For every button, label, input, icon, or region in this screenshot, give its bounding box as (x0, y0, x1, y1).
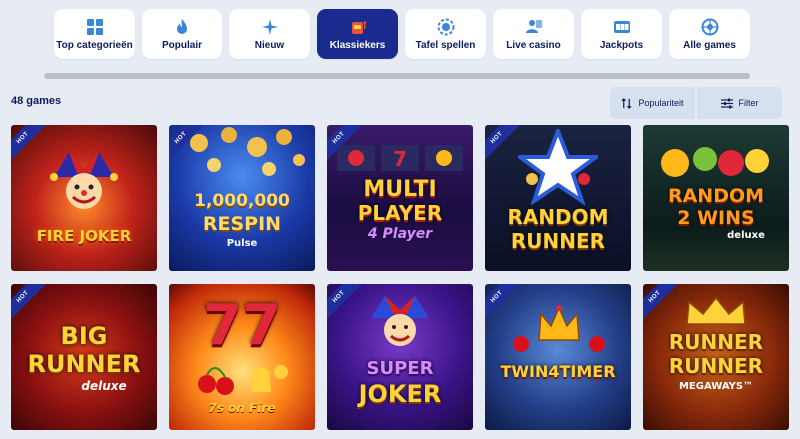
game-title-line: BIG (60, 322, 108, 350)
game-subtitle: deluxe (81, 379, 127, 393)
game-title-line: 77 (203, 293, 281, 358)
sort-arrows-icon (621, 97, 632, 109)
game-subtitle: 4 Player (367, 226, 433, 242)
tabs-scrollbar-thumb[interactable] (44, 73, 750, 79)
game-title-line: 2 WINS (677, 207, 755, 229)
tab-populair[interactable]: Populair (142, 9, 222, 59)
game-title-line: PLAYER (357, 201, 443, 225)
game-title-line: MULTI (363, 177, 437, 202)
cherries-bell-icon (198, 365, 288, 395)
game-title-line: RUNNER (510, 229, 606, 253)
tab-nieuw[interactable]: Nieuw (229, 9, 310, 59)
game-tile-respin[interactable]: 1,000,000 RESPIN Pulse HOT (169, 125, 315, 271)
tab-label: Klassiekers (329, 39, 386, 51)
jackpot-icon (613, 20, 630, 33)
star-icon (518, 129, 598, 205)
tab-label: Nieuw (254, 39, 285, 51)
slot-reels-icon: 7 (337, 145, 463, 171)
tab-top-categorieen[interactable]: Top categorieën (54, 9, 135, 59)
tab-klassiekers[interactable]: Klassiekers (317, 9, 398, 59)
game-title-line: JOKER (358, 380, 442, 408)
tabs-scrollbar[interactable] (44, 73, 750, 79)
games-grid: Fire Joker HOT 1,000,000 RESPIN Pulse HO… (11, 125, 789, 430)
game-tile-random-2-wins[interactable]: RANDOM 2 WINS deluxe (643, 125, 789, 271)
game-subtitle: MEGAWAYS™ (678, 381, 754, 392)
sliders-icon (720, 98, 733, 108)
game-title-line: RESPIN (202, 213, 282, 235)
game-tile-random-runner[interactable]: RANDOM RUNNER HOT (485, 125, 631, 271)
tab-label: Tafel spellen (415, 39, 476, 51)
game-title-line: SUPER (366, 358, 434, 379)
game-title-line: 1,000,000 (194, 191, 290, 211)
category-tabs: Top categorieën Populair Nieuw Klassieke… (54, 9, 750, 59)
sort-label: Populariteit (638, 98, 684, 108)
fruit-icon (661, 147, 769, 177)
wheel-icon (701, 18, 718, 35)
provider-label: Pulse (226, 238, 258, 249)
tab-label: Top categorieën (56, 39, 133, 51)
tab-label: Jackpots (599, 39, 644, 51)
game-tile-runner-runner[interactable]: RUNNER RUNNER MEGAWAYS™ HOT (643, 284, 789, 430)
game-title-line: RUNNER (668, 354, 764, 378)
tab-jackpots[interactable]: Jackpots (581, 9, 662, 59)
tab-label: Alle games (683, 39, 736, 51)
game-tile-twin-4-timer[interactable]: TWIN4TIMER HOT (485, 284, 631, 430)
game-title: Fire Joker (36, 227, 132, 245)
game-title-line: 7s on Fire (208, 401, 276, 415)
filter-label: Filter (738, 98, 759, 108)
sort-button[interactable]: Populariteit (610, 87, 695, 119)
tab-alle-games[interactable]: Alle games (669, 9, 750, 59)
slot-machine-icon (351, 20, 366, 34)
filter-button[interactable]: Filter (697, 87, 782, 119)
joker-face-icon (50, 152, 118, 209)
svg-text:7: 7 (393, 147, 407, 171)
game-subtitle: deluxe (727, 230, 765, 241)
games-count: 48 games (11, 95, 62, 107)
game-tile-fire-joker[interactable]: Fire Joker HOT (11, 125, 157, 271)
game-title-line: RANDOM (507, 205, 609, 229)
tab-live-casino[interactable]: Live casino (493, 9, 574, 59)
joker-face-icon (371, 296, 429, 346)
game-title: TWIN4TIMER (500, 362, 616, 381)
tab-tafel-spellen[interactable]: Tafel spellen (405, 9, 486, 59)
flame-icon (177, 18, 187, 34)
tab-label: Populair (161, 39, 202, 51)
dealer-icon (525, 19, 542, 33)
chip-icon (437, 18, 454, 35)
crown-cherries-icon (513, 305, 605, 352)
grid-icon (86, 18, 103, 35)
game-tile-super-joker[interactable]: SUPER JOKER HOT (327, 284, 473, 430)
list-controls: Populariteit Filter (610, 87, 782, 119)
tab-label: Live casino (506, 39, 561, 51)
game-title-line: RUNNER (668, 330, 764, 354)
crown-icon (686, 296, 746, 325)
sparkle-icon (261, 18, 278, 35)
game-title-line: RANDOM (667, 185, 765, 207)
game-tile-7s-on-fire[interactable]: 77 7s on Fire (169, 284, 315, 430)
game-title-line: RUNNER (27, 350, 141, 378)
game-tile-multi-player[interactable]: 7 MULTI PLAYER 4 Player HOT (327, 125, 473, 271)
game-tile-big-runner[interactable]: BIG RUNNER deluxe HOT (11, 284, 157, 430)
